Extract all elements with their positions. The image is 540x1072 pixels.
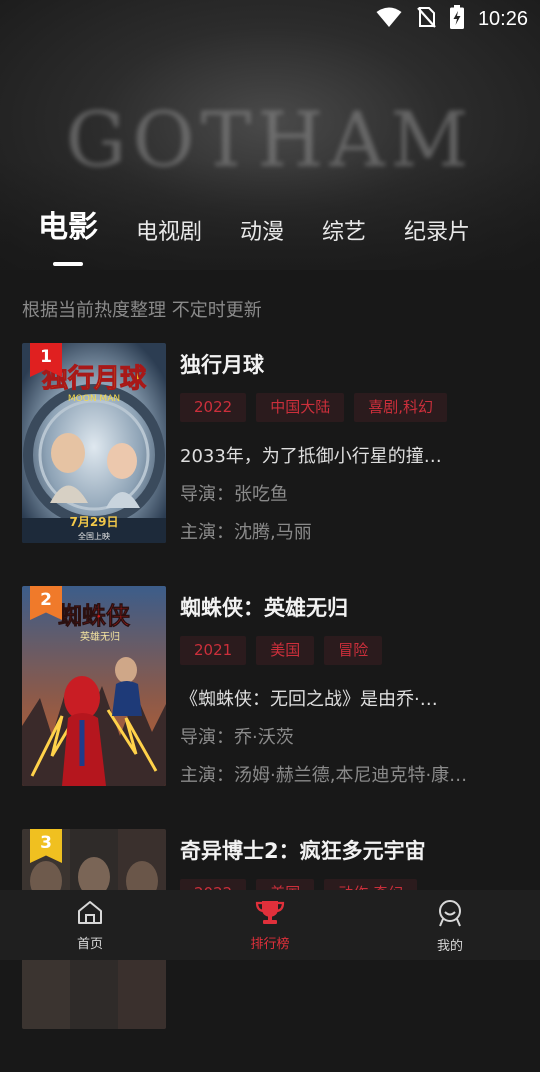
list-item[interactable]: 蜘蛛侠 英雄无归 2 蜘蛛侠：英雄无归 2021 美国 冒险 《蜘蛛侠：无回之战… (22, 586, 522, 829)
status-bar: 10:26 (0, 0, 540, 38)
year-tag: 2022 (180, 393, 247, 422)
poster-release-text: 全国上映 (78, 531, 110, 541)
movie-tags: 2021 美国 冒险 (180, 636, 520, 665)
nav-profile[interactable]: 我的 (360, 890, 540, 960)
poster-date-text: 7月29日 (69, 515, 118, 529)
poster-subtitle-text: 英雄无归 (80, 630, 120, 643)
nav-ranking[interactable]: 排行榜 (180, 890, 360, 960)
tab-anime[interactable]: 动漫 (240, 214, 284, 246)
genre-tag: 喜剧,科幻 (354, 393, 447, 422)
list-item[interactable]: 独行月球 MOON MAN 7月29日 全国上映 1 独行月球 2022 中国大… (22, 343, 522, 586)
movie-director: 导演：张吃鱼 (180, 484, 288, 505)
movie-description: 2033年，为了抵御小行星的撞… (180, 446, 442, 467)
profile-icon (436, 899, 464, 931)
ranking-list: 独行月球 MOON MAN 7月29日 全国上映 1 独行月球 2022 中国大… (22, 343, 522, 1072)
tab-variety[interactable]: 综艺 (322, 214, 366, 246)
wifi-icon (376, 6, 402, 32)
region-tag: 美国 (256, 636, 315, 665)
movie-title[interactable]: 蜘蛛侠：英雄无归 (180, 592, 520, 620)
movie-title[interactable]: 独行月球 (180, 349, 520, 377)
clock: 10:26 (477, 7, 528, 30)
movie-cast: 主演：汤姆·赫兰德,本尼迪克特·康… (180, 765, 468, 786)
year-tag: 2021 (180, 636, 247, 665)
nav-home-label: 首页 (76, 937, 103, 952)
region-tag: 中国大陆 (256, 393, 345, 422)
movie-cast: 主演：沈腾,马丽 (180, 522, 312, 543)
category-tabs: 电影 电视剧 动漫 综艺 纪录片 (38, 202, 508, 246)
tab-documentary[interactable]: 纪录片 (404, 214, 470, 246)
ranking-note: 根据当前热度整理 不定时更新 (22, 300, 262, 321)
movie-tags: 2022 中国大陆 喜剧,科幻 (180, 393, 520, 422)
movie-poster[interactable]: 蜘蛛侠 英雄无归 2 (22, 586, 166, 786)
trophy-icon (255, 899, 285, 929)
movie-director: 导演：乔·沃茨 (180, 727, 294, 748)
poster-title-text: 蜘蛛侠 (58, 602, 131, 630)
movie-description: 《蜘蛛侠：无回之战》是由乔·… (180, 689, 438, 710)
bottom-navigation: 首页 排行榜 我的 (0, 890, 540, 960)
movie-poster[interactable]: 独行月球 MOON MAN 7月29日 全国上映 1 (22, 343, 166, 543)
poster-subtitle-text: MOON MAN (68, 394, 120, 404)
nav-profile-label: 我的 (436, 939, 463, 954)
genre-tag: 冒险 (324, 636, 383, 665)
battery-charging-icon (449, 5, 464, 33)
nav-ranking-label: 排行榜 (250, 937, 290, 952)
movie-title[interactable]: 奇异博士2：疯狂多元宇宙 (180, 835, 520, 863)
tab-movies[interactable]: 电影 (38, 202, 98, 246)
tab-tv-series[interactable]: 电视剧 (136, 214, 202, 246)
no-sim-icon (416, 6, 436, 32)
home-icon (76, 899, 104, 929)
nav-home[interactable]: 首页 (0, 890, 180, 960)
